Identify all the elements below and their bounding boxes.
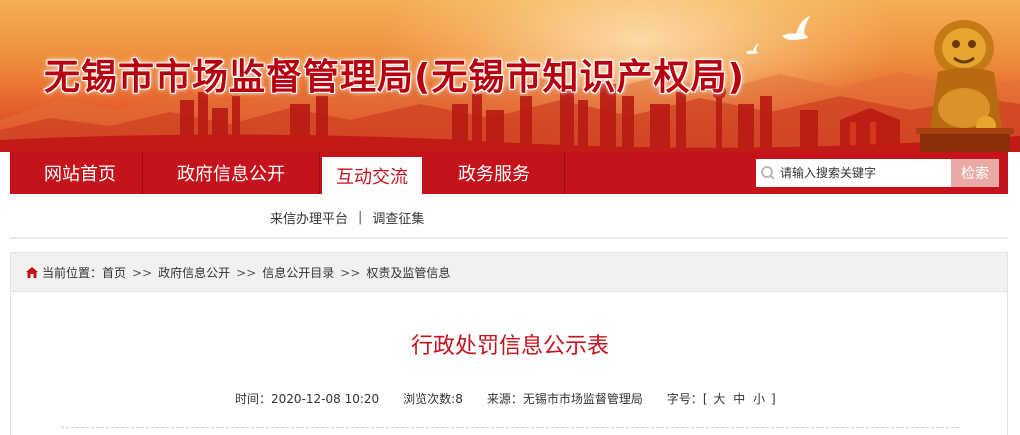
breadcrumb-item-regulatory[interactable]: 权责及监管信息 (366, 264, 450, 281)
dove-icon (782, 16, 810, 40)
meta-time: 时间：2020-12-08 10:20 (235, 390, 379, 407)
meta-time-label: 时间： (235, 392, 272, 406)
search-input[interactable] (780, 160, 940, 186)
breadcrumb-item-gov-info[interactable]: 政府信息公开 (158, 264, 230, 281)
stone-lion-illustration (916, 20, 1014, 152)
search-box (756, 159, 951, 187)
meta-source-label: 来源： (486, 392, 523, 406)
subnav-separator: | (358, 210, 363, 225)
breadcrumb-arrow: >> (340, 265, 361, 280)
search-button[interactable]: 检索 (951, 159, 999, 187)
home-icon (25, 266, 39, 279)
meta-fontsize-label: 字号： (666, 392, 703, 406)
meta-source-value: 无锡市市场监督管理局 (522, 392, 643, 406)
meta-views-label: 浏览次数: (403, 392, 456, 406)
divider (61, 427, 959, 428)
article-meta: 时间：2020-12-08 10:20 浏览次数:8 来源：无锡市市场监督管理局… (235, 390, 776, 407)
breadcrumb: 当前位置： 首页 >> 政府信息公开 >> 信息公开目录 >> 权责及监管信息 (25, 264, 450, 281)
breadcrumb-prefix: 当前位置： (42, 266, 103, 280)
meta-time-value: 2020-12-08 10:20 (271, 392, 380, 406)
nav-item-gov-info[interactable]: 政府信息公开 (143, 152, 320, 194)
font-size-large-button[interactable]: 大 (713, 392, 725, 406)
breadcrumb-item-catalog[interactable]: 信息公开目录 (262, 264, 334, 281)
article-title: 行政处罚信息公示表 (410, 334, 609, 359)
meta-views-value: 8 (455, 392, 463, 406)
site-title: 无锡市市场监督管理局(无锡市知识产权局) (44, 57, 745, 98)
header-banner: 无锡市市场监督管理局(无锡市知识产权局) (0, 0, 1020, 152)
search-icon (756, 159, 780, 187)
nav-item-interaction[interactable]: 互动交流 (322, 157, 422, 194)
breadcrumb-bar: 当前位置： 首页 >> 政府信息公开 >> 信息公开目录 >> 权责及监管信息 (10, 252, 1008, 292)
breadcrumb-arrow: >> (132, 265, 153, 280)
fontsize-bracket-open: [ (702, 392, 708, 406)
main-nav: 网站首页 政府信息公开 互动交流 政务服务 检索 (10, 152, 1008, 194)
font-size-medium-button[interactable]: 中 (733, 392, 745, 406)
nav-item-services[interactable]: 政务服务 (424, 152, 565, 194)
fontsize-bracket-close: ] (770, 392, 776, 406)
sub-nav: 来信办理平台 | 调查征集 (10, 194, 1008, 238)
font-size-small-button[interactable]: 小 (753, 392, 765, 406)
dove-small-icon (746, 43, 759, 54)
subnav-link-survey[interactable]: 调查征集 (372, 208, 424, 227)
meta-views: 浏览次数:8 (403, 390, 463, 407)
breadcrumb-arrow: >> (236, 265, 257, 280)
nav-item-home[interactable]: 网站首页 (10, 152, 143, 194)
meta-font-size: 字号：[ 大 中 小 ] (667, 390, 776, 407)
subnav-link-letters[interactable]: 来信办理平台 (270, 208, 348, 227)
breadcrumb-item-home[interactable]: 首页 (102, 264, 126, 281)
meta-source: 来源：无锡市市场监督管理局 (487, 390, 643, 407)
article-container: 行政处罚信息公示表 时间：2020-12-08 10:20 浏览次数:8 来源：… (10, 292, 1008, 435)
